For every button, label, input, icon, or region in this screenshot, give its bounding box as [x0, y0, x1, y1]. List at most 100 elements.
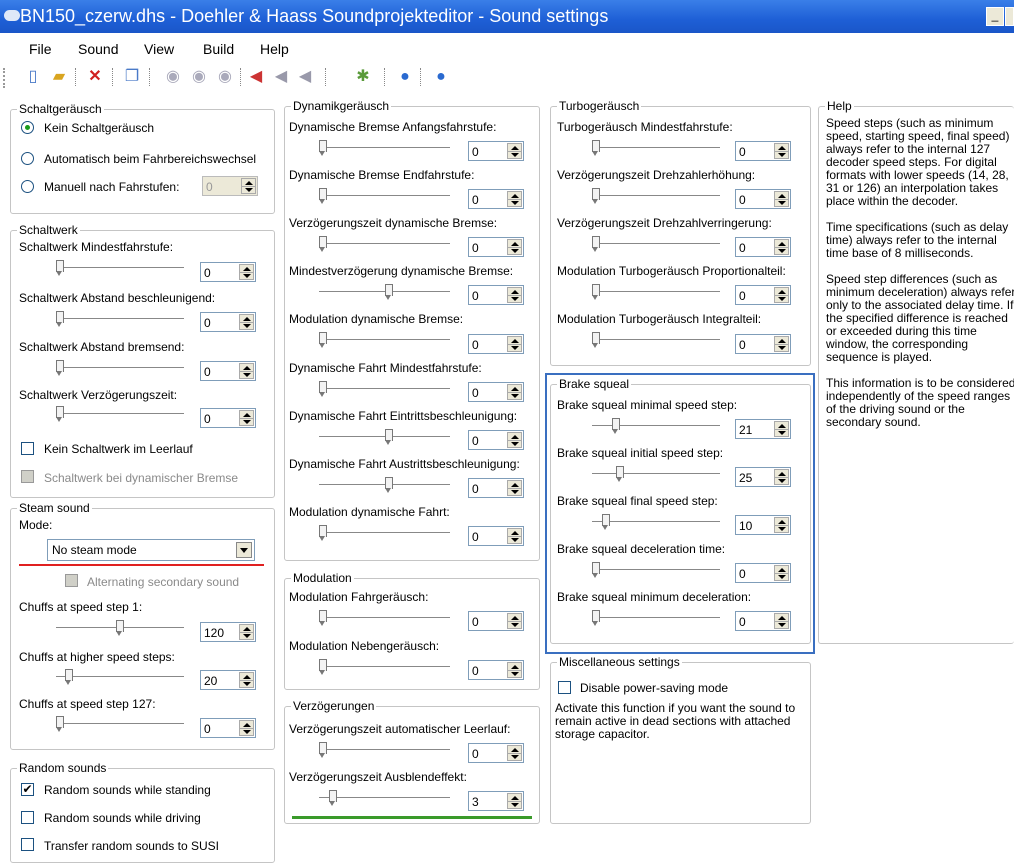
slider-label: Verzögerungszeit automatischer Leerlauf: [289, 722, 511, 736]
modulation-fahrgeraeusch-slider[interactable] [319, 609, 450, 627]
turbo-proportional-stepper[interactable]: 0 [735, 285, 791, 305]
dyn-bremse-modulation-slider[interactable] [319, 331, 450, 349]
alternating-checkbox[interactable] [65, 574, 78, 587]
verz-ausblend-stepper[interactable]: 3 [468, 791, 524, 811]
turbo-erhoehung-slider[interactable] [592, 187, 720, 205]
checkbox-label: Random sounds while standing [44, 783, 211, 797]
disable-power-saving-checkbox[interactable] [558, 681, 571, 694]
modulation-nebengeraeusch-stepper[interactable]: 0 [468, 660, 524, 680]
manual-speed-stepper[interactable]: 0 [202, 176, 258, 196]
random-standing-checkbox[interactable]: ✔ [21, 783, 34, 796]
volume-up-icon[interactable]: ◀ [294, 66, 316, 88]
brake-decel-time-slider[interactable] [592, 561, 720, 579]
info-icon[interactable]: ● [430, 66, 452, 88]
radio-kein-schaltgeraeusch[interactable] [21, 121, 34, 134]
open-folder-icon[interactable]: ▰ [48, 66, 70, 88]
dyn-fahrt-mindest-slider[interactable] [319, 380, 450, 398]
random-susi-checkbox[interactable] [21, 838, 34, 851]
menu-build[interactable]: Build [203, 41, 234, 57]
schaltwerk-abstand-brems-slider[interactable] [56, 359, 184, 377]
schaltwerk-mindestfahrstufe-slider[interactable] [56, 259, 184, 277]
modulation-fahrgeraeusch-stepper[interactable]: 0 [468, 611, 524, 631]
brake-min-decel-slider[interactable] [592, 609, 720, 627]
dyn-bremse-end-slider[interactable] [319, 187, 450, 205]
dyn-fahrt-modulation-slider[interactable] [319, 524, 450, 542]
play-icon[interactable]: ◉ [162, 66, 184, 88]
verz-leerlauf-stepper[interactable]: 0 [468, 743, 524, 763]
turbo-erhoehung-stepper[interactable]: 0 [735, 189, 791, 209]
turbo-proportional-slider[interactable] [592, 283, 720, 301]
brake-minimal-slider[interactable] [592, 417, 720, 435]
toolbar-separator [325, 68, 327, 86]
brake-min-decel-stepper[interactable]: 0 [735, 611, 791, 631]
new-file-icon[interactable]: ▯ [22, 66, 44, 88]
chuffs-step127-stepper[interactable]: 0 [200, 718, 256, 738]
menu-view[interactable]: View [144, 41, 174, 57]
radio-automatisch[interactable] [21, 152, 34, 165]
schaltwerk-abstand-brems-stepper[interactable]: 0 [200, 361, 256, 381]
copy-icon[interactable]: ❐ [121, 66, 143, 88]
brake-decel-time-stepper[interactable]: 0 [735, 563, 791, 583]
slider-label: Dynamische Fahrt Austrittsbeschleunigung… [289, 457, 520, 471]
steam-mode-dropdown[interactable]: No steam mode [47, 539, 255, 561]
brake-initial-slider[interactable] [592, 465, 720, 483]
radio-manuell[interactable] [21, 180, 34, 193]
brake-minimal-stepper[interactable]: 21 [735, 419, 791, 439]
turbo-integral-stepper[interactable]: 0 [735, 334, 791, 354]
dyn-bremse-mindestverz-slider[interactable] [319, 283, 450, 301]
volume-mid-icon[interactable]: ◀ [270, 66, 292, 88]
dyn-bremse-anfang-slider[interactable] [319, 139, 450, 157]
group-title: Brake squeal [557, 377, 632, 391]
dyn-fahrt-austritt-slider[interactable] [319, 476, 450, 494]
dyn-fahrt-eintritt-stepper[interactable]: 0 [468, 430, 524, 450]
maximize-button[interactable] [1005, 7, 1014, 26]
dyn-fahrt-austritt-stepper[interactable]: 0 [468, 478, 524, 498]
random-driving-checkbox[interactable] [21, 811, 34, 824]
schaltwerk-verzoegerung-slider[interactable] [56, 405, 184, 423]
schaltwerk-abstand-beschl-slider[interactable] [56, 310, 184, 328]
dyn-bremse-mindestverz-stepper[interactable]: 0 [468, 285, 524, 305]
stop-icon[interactable]: ◉ [188, 66, 210, 88]
menu-help[interactable]: Help [260, 41, 289, 57]
schaltwerk-verzoegerung-stepper[interactable]: 0 [200, 408, 256, 428]
chuffs-higher-stepper[interactable]: 20 [200, 670, 256, 690]
help-paragraph: Speed steps (such as minimum speed, star… [826, 116, 1010, 208]
turbo-verringerung-slider[interactable] [592, 235, 720, 253]
chuffs-higher-slider[interactable] [56, 668, 184, 686]
menu-file[interactable]: File [29, 41, 52, 57]
brake-final-slider[interactable] [592, 513, 720, 531]
turbo-integral-slider[interactable] [592, 331, 720, 349]
dyn-bremse-end-stepper[interactable]: 0 [468, 189, 524, 209]
delete-icon[interactable]: ✕ [84, 66, 106, 88]
help-text: Speed steps (such as minimum speed, star… [826, 117, 1014, 442]
build-icon[interactable]: ✱ [352, 66, 374, 88]
dyn-bremse-modulation-stepper[interactable]: 0 [468, 334, 524, 354]
chuffs-step1-slider[interactable] [56, 619, 184, 637]
volume-down-icon[interactable]: ◀ [245, 66, 267, 88]
help-icon[interactable]: ● [394, 66, 416, 88]
brake-initial-stepper[interactable]: 25 [735, 467, 791, 487]
turbo-mindest-stepper[interactable]: 0 [735, 141, 791, 161]
chuffs-step127-slider[interactable] [56, 715, 184, 733]
dyn-fahrt-modulation-stepper[interactable]: 0 [468, 526, 524, 546]
menu-sound[interactable]: Sound [78, 41, 118, 57]
verz-leerlauf-slider[interactable] [319, 741, 450, 759]
schaltwerk-mindestfahrstufe-stepper[interactable]: 0 [200, 262, 256, 282]
modulation-nebengeraeusch-slider[interactable] [319, 658, 450, 676]
dyn-fahrt-mindest-stepper[interactable]: 0 [468, 382, 524, 402]
kein-schaltwerk-checkbox[interactable] [21, 442, 34, 455]
schaltwerk-dyn-bremse-checkbox[interactable] [21, 470, 34, 483]
dyn-bremse-verz-stepper[interactable]: 0 [468, 237, 524, 257]
dyn-bremse-verz-slider[interactable] [319, 235, 450, 253]
brake-final-stepper[interactable]: 10 [735, 515, 791, 535]
turbo-mindest-slider[interactable] [592, 139, 720, 157]
minimize-button[interactable]: _ [986, 7, 1004, 26]
chuffs-step1-stepper[interactable]: 120 [200, 622, 256, 642]
record-icon[interactable]: ◉ [214, 66, 236, 88]
turbo-verringerung-stepper[interactable]: 0 [735, 237, 791, 257]
dyn-fahrt-eintritt-slider[interactable] [319, 428, 450, 446]
verz-ausblend-slider[interactable] [319, 789, 450, 807]
toolbar-grip[interactable] [3, 68, 6, 88]
schaltwerk-abstand-beschl-stepper[interactable]: 0 [200, 312, 256, 332]
dyn-bremse-anfang-stepper[interactable]: 0 [468, 141, 524, 161]
